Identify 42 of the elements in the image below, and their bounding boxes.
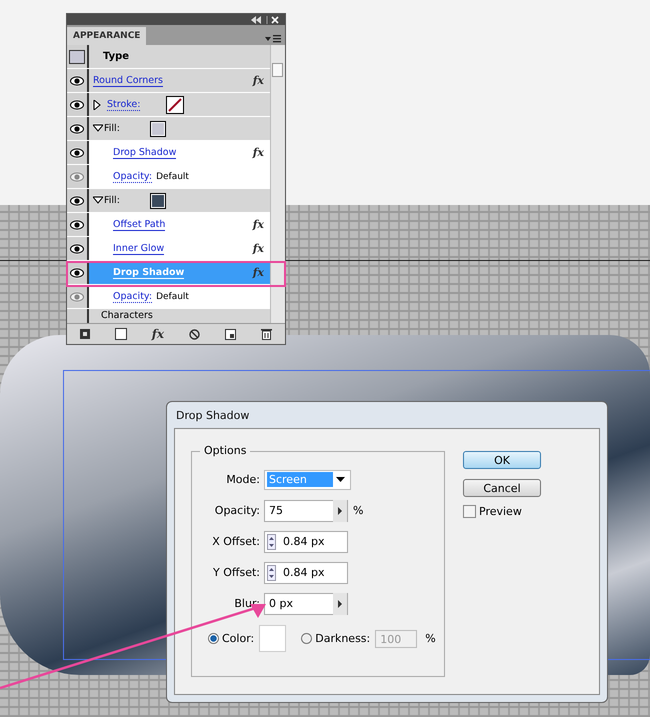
appearance-row[interactable]: Round Corners fx [67, 69, 270, 93]
row-link[interactable]: Stroke: [107, 98, 140, 110]
ok-button[interactable]: OK [463, 451, 541, 469]
appearance-row[interactable]: Fill: [67, 117, 270, 141]
fx-button[interactable]: fx [152, 327, 164, 341]
field-label: Mode: [225, 473, 260, 486]
input-field[interactable]: 0.84 px [264, 530, 348, 552]
fx-label[interactable]: fx [252, 218, 264, 231]
row-link[interactable]: Characters [101, 309, 153, 322]
dialog-title: Drop Shadow [175, 408, 250, 424]
row-link[interactable]: Drop Shadow [113, 146, 176, 158]
fx-label[interactable]: fx [252, 266, 264, 279]
row-label: Fill: [104, 123, 120, 134]
fx-label[interactable]: fx [252, 242, 264, 255]
input-field[interactable]: 0.84 px [264, 562, 348, 584]
panel-header-label: Type [103, 51, 130, 62]
row-link[interactable]: Offset Path [113, 218, 166, 230]
appearance-row[interactable]: Drop Shadow fx [67, 261, 270, 285]
row-link[interactable]: Opacity: [113, 290, 152, 302]
field-label: Opacity: [214, 504, 260, 517]
appearance-row[interactable]: Characters [67, 309, 270, 323]
group-label: Options [200, 444, 250, 457]
radio-label[interactable]: Color: [222, 632, 254, 645]
cancel-button[interactable]: Cancel [463, 479, 541, 497]
row-value: Default [156, 292, 189, 302]
panel-tab[interactable]: APPEARANCE [67, 27, 146, 45]
row-link[interactable]: Inner Glow [113, 242, 164, 254]
field-label: X Offset: [211, 535, 260, 548]
fx-label[interactable]: fx [252, 146, 264, 159]
field-label: Y Offset: [212, 566, 260, 579]
input-field[interactable]: 75 [264, 500, 348, 522]
input-field[interactable]: 0 px [264, 592, 348, 614]
appearance-row[interactable]: Fill: [67, 189, 270, 213]
row-value: Default [156, 172, 189, 182]
checkbox-label[interactable]: Preview [479, 505, 522, 518]
row-label: Fill: [104, 195, 120, 206]
unit-label: % [425, 632, 436, 645]
appearance-row[interactable]: Stroke: [67, 93, 270, 117]
row-link[interactable]: Round Corners [93, 74, 163, 86]
fx-label[interactable]: fx [252, 74, 264, 87]
row-link[interactable]: Opacity: [113, 170, 152, 182]
unit-label: % [353, 504, 364, 517]
